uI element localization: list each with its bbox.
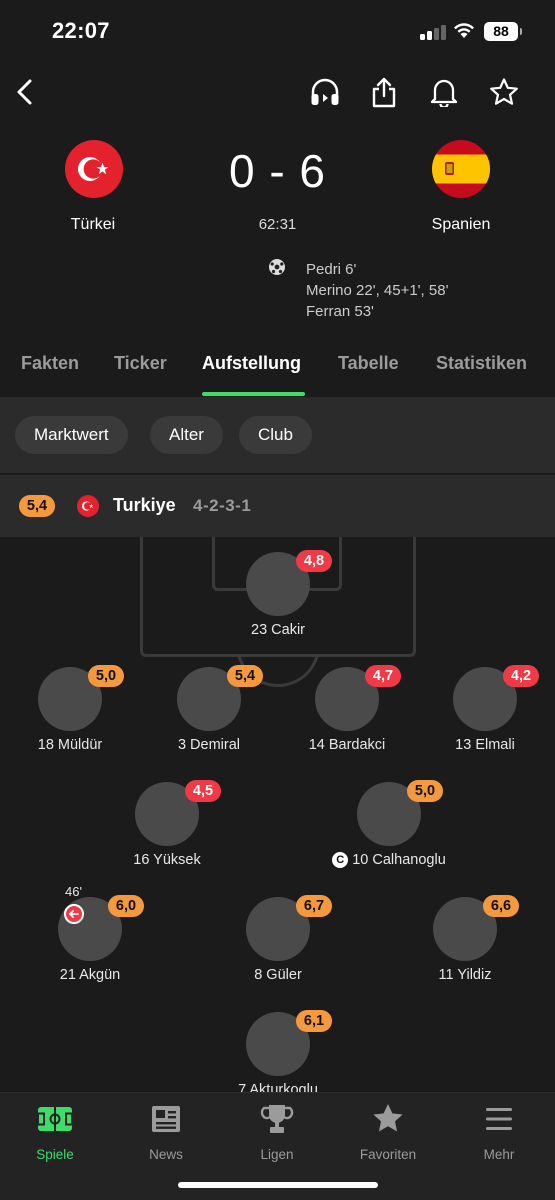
filter-alter[interactable]: Alter xyxy=(150,416,223,454)
tab-bar: Fakten Ticker Aufstellung Tabelle Statis… xyxy=(0,335,555,397)
nav-news[interactable]: News xyxy=(116,1103,216,1163)
turkey-flag-icon xyxy=(77,495,99,517)
player-name: 8 Güler xyxy=(254,967,302,983)
tab-ticker[interactable]: Ticker xyxy=(114,353,167,374)
goal-scorer: Merino 22', 45+1', 58' xyxy=(306,282,449,299)
player-name: 13 Elmali xyxy=(455,737,515,753)
pitch-icon xyxy=(37,1107,73,1131)
player-rating: 5,0 xyxy=(407,780,443,802)
player-name: 18 Müldür xyxy=(37,737,103,753)
headphones-icon xyxy=(311,78,339,105)
status-time: 22:07 xyxy=(52,18,110,43)
player-card[interactable]: 5,0 C 10 Calhanoglu xyxy=(314,780,464,882)
player-name: 21 Akgün xyxy=(59,967,121,983)
nav-spiele[interactable]: Spiele xyxy=(5,1103,105,1163)
favorite-button[interactable] xyxy=(484,72,524,112)
player-rating: 6,1 xyxy=(296,1010,332,1032)
filter-bar: Marktwert Alter Club xyxy=(0,397,555,473)
tab-tabelle[interactable]: Tabelle xyxy=(338,353,399,374)
player-card[interactable]: 6,6 11 Yildiz xyxy=(390,895,540,997)
pitch: 4,8 23 Cakir 5,0 18 Müldür 5,4 3 Demiral… xyxy=(0,537,555,1092)
goal-scorer: Ferran 53' xyxy=(306,303,374,320)
player-name: 14 Bardakci xyxy=(308,737,386,753)
player-rating: 6,7 xyxy=(296,895,332,917)
signal-icon xyxy=(420,24,446,40)
home-indicator xyxy=(178,1182,378,1188)
player-name: C 10 Calhanoglu xyxy=(314,852,464,868)
player-card[interactable]: 6,1 7 Akturkoglu xyxy=(203,1010,353,1092)
share-button[interactable] xyxy=(364,72,404,112)
lineup-team-header: 5,4 Turkiye 4-2-3-1 xyxy=(0,475,555,537)
back-button[interactable] xyxy=(5,72,45,112)
player-rating: 6,6 xyxy=(483,895,519,917)
goal-scorers: Pedri 6' Merino 22', 45+1', 58' Ferran 5… xyxy=(306,259,448,322)
player-card[interactable]: 46' 6,0 21 Akgün xyxy=(15,884,165,997)
nav-label: News xyxy=(149,1147,183,1162)
player-rating: 4,7 xyxy=(365,665,401,687)
soccer-ball-icon xyxy=(269,259,285,275)
filter-marktwert[interactable]: Marktwert xyxy=(15,416,128,454)
active-tab-indicator xyxy=(202,392,305,396)
nav-label: Favoriten xyxy=(359,1147,417,1162)
trophy-icon xyxy=(260,1105,294,1133)
tab-fakten[interactable]: Fakten xyxy=(21,353,79,374)
player-card[interactable]: 4,2 13 Elmali xyxy=(410,665,555,767)
nav-favoriten[interactable]: Favoriten xyxy=(338,1103,438,1163)
chevron-left-icon xyxy=(17,79,32,105)
player-name: 23 Cakir xyxy=(251,622,305,638)
share-icon xyxy=(372,77,396,108)
audio-button[interactable] xyxy=(305,72,345,112)
battery-icon: 88 xyxy=(484,22,522,41)
player-rating: 4,5 xyxy=(185,780,221,802)
player-card[interactable]: 4,7 14 Bardakci xyxy=(272,665,422,767)
notifications-button[interactable] xyxy=(424,72,464,112)
tab-aufstellung[interactable]: Aufstellung xyxy=(202,353,301,374)
menu-icon xyxy=(486,1108,512,1130)
top-nav xyxy=(0,62,555,120)
spain-flag-icon[interactable] xyxy=(432,140,490,198)
nav-mehr[interactable]: Mehr xyxy=(449,1103,549,1163)
player-name: 3 Demiral xyxy=(177,737,241,753)
match-header: Türkei 0 - 6 62:31 Spanien Pedri 6' Meri… xyxy=(0,120,555,335)
player-name: 11 Yildiz xyxy=(438,967,492,983)
star-outline-icon xyxy=(490,78,518,105)
player-card[interactable]: 4,8 23 Cakir xyxy=(203,550,353,652)
player-card[interactable]: 5,0 18 Müldür xyxy=(0,665,145,767)
player-card[interactable]: 6,7 8 Güler xyxy=(203,895,353,997)
substitution-time: 46' xyxy=(65,884,82,899)
player-rating: 5,0 xyxy=(88,665,124,687)
news-icon xyxy=(152,1106,180,1132)
captain-badge: C xyxy=(332,852,349,868)
star-icon xyxy=(373,1104,403,1132)
player-rating: 4,2 xyxy=(503,665,539,687)
substitution-out-icon xyxy=(64,904,84,924)
player-name-text: 10 Calhanoglu xyxy=(352,852,446,868)
nav-label: Mehr xyxy=(483,1147,515,1162)
nav-label: Spiele xyxy=(36,1147,74,1162)
player-card[interactable]: 5,4 3 Demiral xyxy=(134,665,284,767)
player-name: 7 Akturkoglu xyxy=(238,1082,318,1092)
goal-scorer: Pedri 6' xyxy=(306,261,357,278)
team-rating-badge: 5,4 xyxy=(19,495,55,517)
lineup-team-name: Turkiye xyxy=(113,495,176,515)
status-bar: 22:07 88 xyxy=(0,0,555,62)
away-team-name[interactable]: Spanien xyxy=(401,216,521,234)
filter-club[interactable]: Club xyxy=(239,416,312,454)
player-rating: 4,8 xyxy=(296,550,332,572)
nav-ligen[interactable]: Ligen xyxy=(227,1103,327,1163)
player-card[interactable]: 4,5 16 Yüksek xyxy=(92,780,242,882)
player-rating: 5,4 xyxy=(227,665,263,687)
player-rating: 6,0 xyxy=(108,895,144,917)
nav-label: Ligen xyxy=(260,1147,294,1162)
formation: 4-2-3-1 xyxy=(193,496,252,515)
wifi-icon xyxy=(454,23,474,38)
bell-icon xyxy=(430,79,458,107)
tab-statistiken[interactable]: Statistiken xyxy=(436,353,527,374)
player-name: 16 Yüksek xyxy=(133,852,201,868)
